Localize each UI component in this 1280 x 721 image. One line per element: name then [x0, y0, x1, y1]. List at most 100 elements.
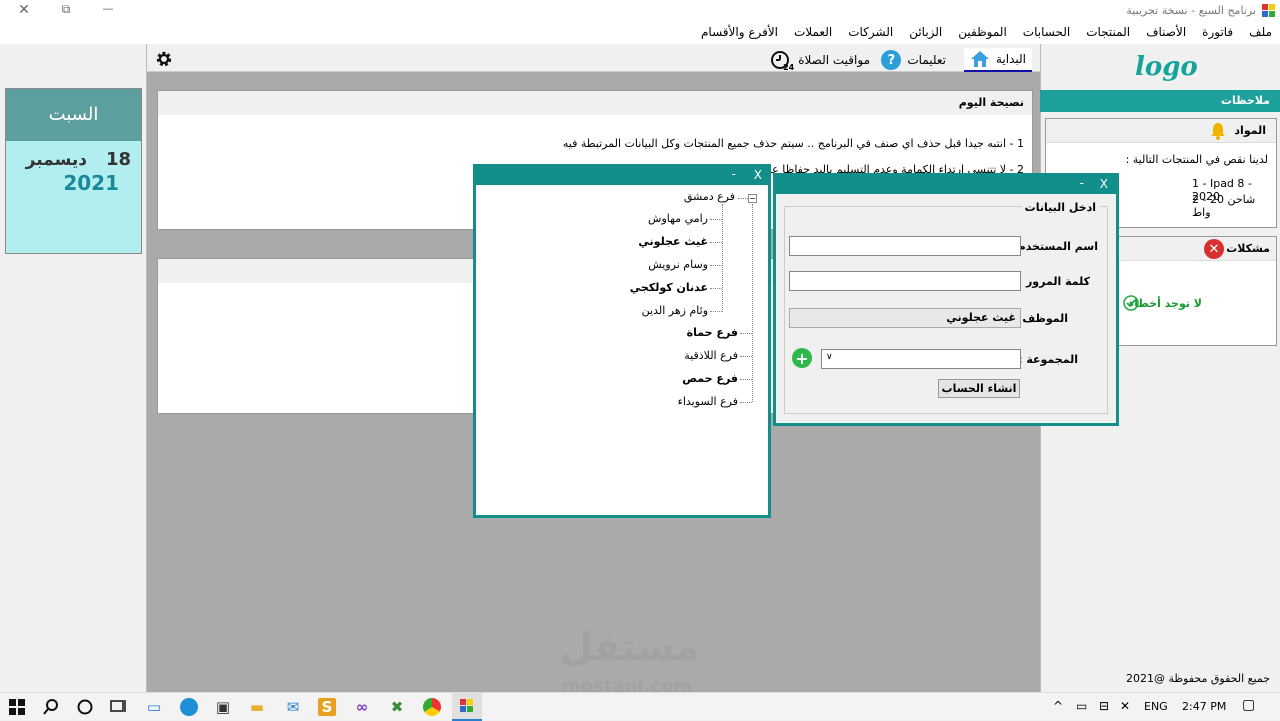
date-card: السبت 18 ديسمبر 2021	[5, 88, 142, 254]
task-view-icon[interactable]	[109, 698, 127, 716]
create-account-button[interactable]: انشاء الحساب	[938, 379, 1020, 398]
username-input[interactable]	[789, 236, 1021, 256]
home-icon	[970, 51, 989, 67]
menu-list: ملف فاتورة الأصناف المنتجات الحسابات الم…	[701, 25, 1272, 39]
sublime-text-icon[interactable]: S	[318, 698, 336, 716]
tree-collapse-toggle[interactable]: −	[748, 194, 757, 203]
watermark: مستقل	[560, 625, 699, 669]
login-window-titlebar: X -	[776, 176, 1116, 194]
tree-close-button[interactable]: X	[754, 168, 762, 182]
tab-bar: البداية ? تعليمات 24 مواقيت الصلاة	[147, 44, 1040, 72]
tree-node-child[interactable]: وئام زهر الدين	[642, 304, 708, 317]
store-icon[interactable]: ▣	[214, 698, 232, 716]
network-tool-icon[interactable]: ✖	[388, 698, 406, 716]
edge-browser-icon[interactable]	[180, 698, 198, 716]
clock[interactable]: 2:47 PM	[1182, 700, 1226, 713]
menu-companies[interactable]: الشركات	[848, 25, 893, 39]
menu-currencies[interactable]: العملات	[794, 25, 832, 39]
language-indicator[interactable]: ENG	[1144, 700, 1168, 713]
bell-icon	[1211, 123, 1225, 140]
windows-start-icon[interactable]	[9, 699, 25, 715]
login-minimize-button[interactable]: -	[1080, 176, 1084, 190]
computer-app-icon[interactable]: ▭	[145, 698, 163, 716]
day-number: 18	[105, 149, 131, 170]
maximize-window-icon[interactable]: ⧉	[56, 2, 76, 17]
username-label: اسم المستخدم :	[1009, 240, 1098, 253]
problems-status: لا توجد أخطاء	[1128, 297, 1202, 310]
tab-prayer-times[interactable]: 24 مواقيت الصلاة	[770, 48, 870, 72]
menu-file[interactable]: ملف	[1249, 25, 1272, 39]
notes-title: ملاحظات	[1221, 94, 1270, 107]
group-label: المجموعة :	[1018, 353, 1078, 366]
tip-title: نصيحة اليوم	[958, 96, 1024, 109]
problems-title: مشكلات	[1226, 242, 1270, 255]
tree-node-child[interactable]: وسام نرويش	[648, 258, 708, 271]
tree-node-child[interactable]: غيث عجلوني	[638, 235, 708, 248]
notification-icon[interactable]: ▢	[1242, 697, 1255, 713]
clock-24-icon: 24	[770, 50, 794, 72]
battery-icon[interactable]: ▭	[1076, 699, 1087, 713]
logo: logo	[1135, 52, 1198, 82]
tree-node-branch[interactable]: فرع حماة	[687, 326, 738, 339]
app-icon	[460, 699, 473, 712]
menu-invoice[interactable]: فاتورة	[1202, 25, 1233, 39]
materials-header: المواد	[1046, 119, 1276, 143]
notes-header: ملاحظات	[1040, 90, 1280, 112]
taskbar: ▭ ▣ ▬ ✉ S ∞ ✖ ^ ▭ ⊟ ✕ ENG 2:47 PM ▢	[0, 692, 1280, 721]
menu-products[interactable]: المنتجات	[1086, 25, 1130, 39]
group-select[interactable]: ∨	[821, 349, 1021, 369]
day-name: السبت	[6, 89, 141, 141]
help-icon: ?	[881, 50, 902, 70]
tree-connector	[722, 204, 723, 312]
tab-home[interactable]: البداية	[963, 48, 1032, 72]
cortana-icon[interactable]	[76, 698, 94, 716]
tree-connector	[740, 333, 752, 334]
login-group-title: ادخل البيانات	[1021, 201, 1099, 214]
tree-node-root[interactable]: فرع دمشق	[684, 190, 735, 203]
network-icon[interactable]: ⊟	[1099, 699, 1109, 713]
tab-help[interactable]: ? تعليمات	[881, 48, 946, 72]
password-input[interactable]	[789, 271, 1021, 291]
password-label: كلمة المرور :	[1017, 275, 1090, 288]
chrome-browser-icon[interactable]	[423, 698, 441, 716]
tree-node-child[interactable]: رامي مهاوش	[648, 212, 708, 225]
materials-title: المواد	[1234, 124, 1266, 137]
menu-employees[interactable]: الموظفين	[958, 25, 1007, 39]
add-group-icon[interactable]: +	[792, 348, 812, 368]
tree-node-branch[interactable]: فرع السويداء	[678, 395, 738, 408]
employee-label: الموظف :	[1014, 312, 1068, 325]
tree-connector	[740, 402, 752, 403]
tree-minimize-button[interactable]: -	[732, 167, 736, 181]
chevron-down-icon: ∨	[826, 352, 833, 362]
tree-node-branch[interactable]: فرع حمص	[682, 372, 738, 385]
menu-categories[interactable]: الأصناف	[1146, 25, 1186, 39]
tree-window-titlebar: X -	[476, 167, 768, 185]
visual-studio-icon[interactable]: ∞	[353, 698, 371, 716]
tip-header: نصيحة اليوم	[158, 91, 1032, 115]
tip-line-1: 1 - انتبه جيدا قبل حذف اي صنف في البرنام…	[562, 137, 1024, 150]
tray-chevron-up-icon[interactable]: ^	[1053, 699, 1063, 713]
menu-branches[interactable]: الأفرع والأقسام	[701, 25, 778, 39]
menu-accounts[interactable]: الحسابات	[1023, 25, 1070, 39]
menu-customers[interactable]: الزبائن	[909, 25, 942, 39]
tree-connector	[710, 311, 722, 312]
mail-icon[interactable]: ✉	[284, 698, 302, 716]
login-close-button[interactable]: X	[1100, 177, 1108, 191]
file-explorer-icon[interactable]: ▬	[248, 698, 266, 716]
tree-connector	[738, 198, 748, 199]
tree-connector	[710, 288, 722, 289]
close-window-icon[interactable]: ✕	[14, 2, 34, 18]
tree-node-child[interactable]: عدنان كولكجي	[630, 281, 708, 294]
volume-mute-icon[interactable]: ✕	[1120, 699, 1130, 713]
materials-intro: لدينا نقص في المنتجات التالية :	[1125, 153, 1268, 166]
month-name: ديسمبر	[25, 150, 87, 170]
copyright: جميع الحقوق محفوظة @2021	[1125, 672, 1270, 685]
tree-node-branch[interactable]: فرع اللاذقية	[684, 349, 738, 362]
active-app-tab[interactable]	[452, 693, 482, 721]
window-title: برنامج السبع - نسخة تجريبية	[1126, 4, 1256, 17]
gear-icon[interactable]	[155, 50, 173, 68]
search-icon[interactable]	[42, 698, 60, 716]
title-bar: برنامج السبع - نسخة تجريبية ✕ ⧉ —	[0, 0, 1280, 22]
tab-home-label: البداية	[995, 52, 1026, 66]
minimize-window-icon[interactable]: —	[98, 2, 118, 15]
